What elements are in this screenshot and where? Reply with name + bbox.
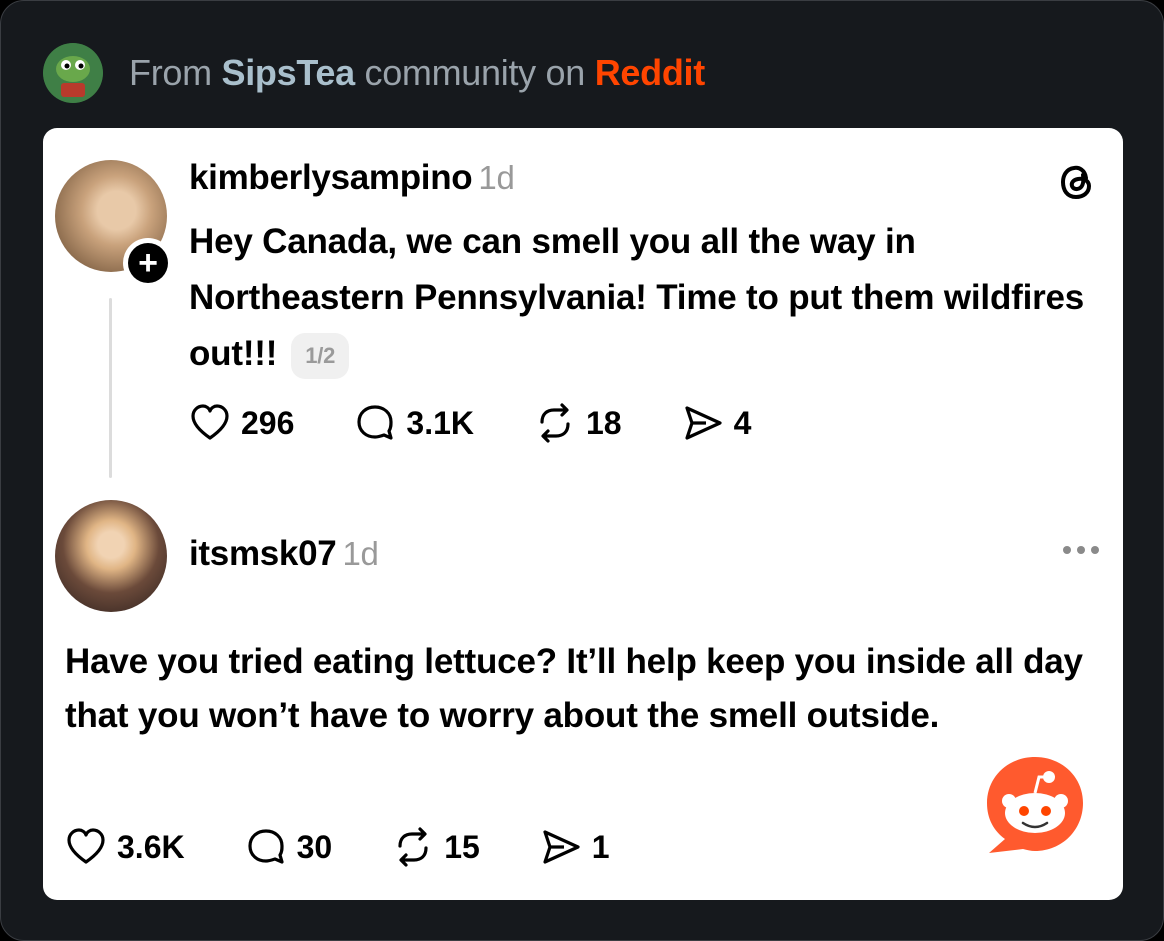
post1-author: kimberlysampino 1d xyxy=(189,158,515,198)
threads-screenshot-card: + kimberlysampino 1d Hey Canada, we can s… xyxy=(43,128,1123,900)
threads-logo-icon xyxy=(1060,165,1092,200)
follow-button[interactable]: + xyxy=(123,238,173,288)
post2-body: Have you tried eating lettuce? It’ll hel… xyxy=(65,635,1085,743)
thread-line xyxy=(109,298,112,478)
heart-icon xyxy=(191,404,229,440)
post1-like-button[interactable]: 296 xyxy=(189,402,294,444)
post1-likes: 296 xyxy=(241,404,295,441)
header-from: From xyxy=(129,52,212,93)
post2-reply-button[interactable]: 30 xyxy=(245,826,333,868)
platform-name[interactable]: Reddit xyxy=(595,52,706,93)
post1-reposts: 18 xyxy=(585,404,622,441)
repost-icon xyxy=(398,827,428,867)
repost-icon xyxy=(540,403,570,443)
post2-text: Have you tried eating lettuce? It’ll hel… xyxy=(65,642,1083,735)
send-icon xyxy=(543,830,580,864)
post2-reposts: 15 xyxy=(444,828,480,865)
comment-icon xyxy=(247,829,284,864)
post2-repost-button[interactable]: 15 xyxy=(392,826,480,868)
community-name[interactable]: SipsTea xyxy=(222,52,356,93)
post1-shares: 4 xyxy=(733,404,752,441)
post1-age: 1d xyxy=(478,159,515,196)
more-icon[interactable] xyxy=(1063,546,1099,554)
post2-actions: 3.6K 30 15 1 xyxy=(65,826,670,868)
post1-actions: 296 3.1K 18 4 xyxy=(189,402,811,444)
post1-replies: 3.1K xyxy=(406,404,474,441)
post2-like-button[interactable]: 3.6K xyxy=(65,826,185,868)
header-text: From SipsTea community on Reddit xyxy=(129,52,705,94)
window-frame: From SipsTea community on Reddit + kimbe… xyxy=(0,0,1164,941)
send-icon xyxy=(684,406,722,440)
post2-replies: 30 xyxy=(296,828,333,865)
post1-reply-button[interactable]: 3.1K xyxy=(354,402,474,444)
source-header: From SipsTea community on Reddit xyxy=(43,43,705,103)
pepe-icon xyxy=(43,43,103,103)
post2-likes: 3.6K xyxy=(117,828,185,865)
community-avatar[interactable] xyxy=(43,43,103,103)
comment-icon xyxy=(357,405,393,440)
post2-age: 1d xyxy=(342,535,379,572)
heart-icon xyxy=(67,828,105,864)
post1-share-button[interactable]: 4 xyxy=(682,402,752,444)
reddit-snoo-icon[interactable] xyxy=(983,753,1087,857)
post2-share-button[interactable]: 1 xyxy=(540,826,610,868)
post1-username[interactable]: kimberlysampino xyxy=(189,158,473,197)
post1-pager: 1/2 xyxy=(291,332,350,379)
post2-shares: 1 xyxy=(591,828,610,865)
header-mid: community on xyxy=(364,52,586,93)
post2-author: itsmsk07 1d xyxy=(189,534,379,574)
post2-username[interactable]: itsmsk07 xyxy=(189,534,337,573)
plus-icon: + xyxy=(128,243,168,283)
post1-body: Hey Canada, we can smell you all the way… xyxy=(189,214,1089,382)
avatar-itsmsk07[interactable] xyxy=(55,500,167,612)
post1-repost-button[interactable]: 18 xyxy=(534,402,622,444)
